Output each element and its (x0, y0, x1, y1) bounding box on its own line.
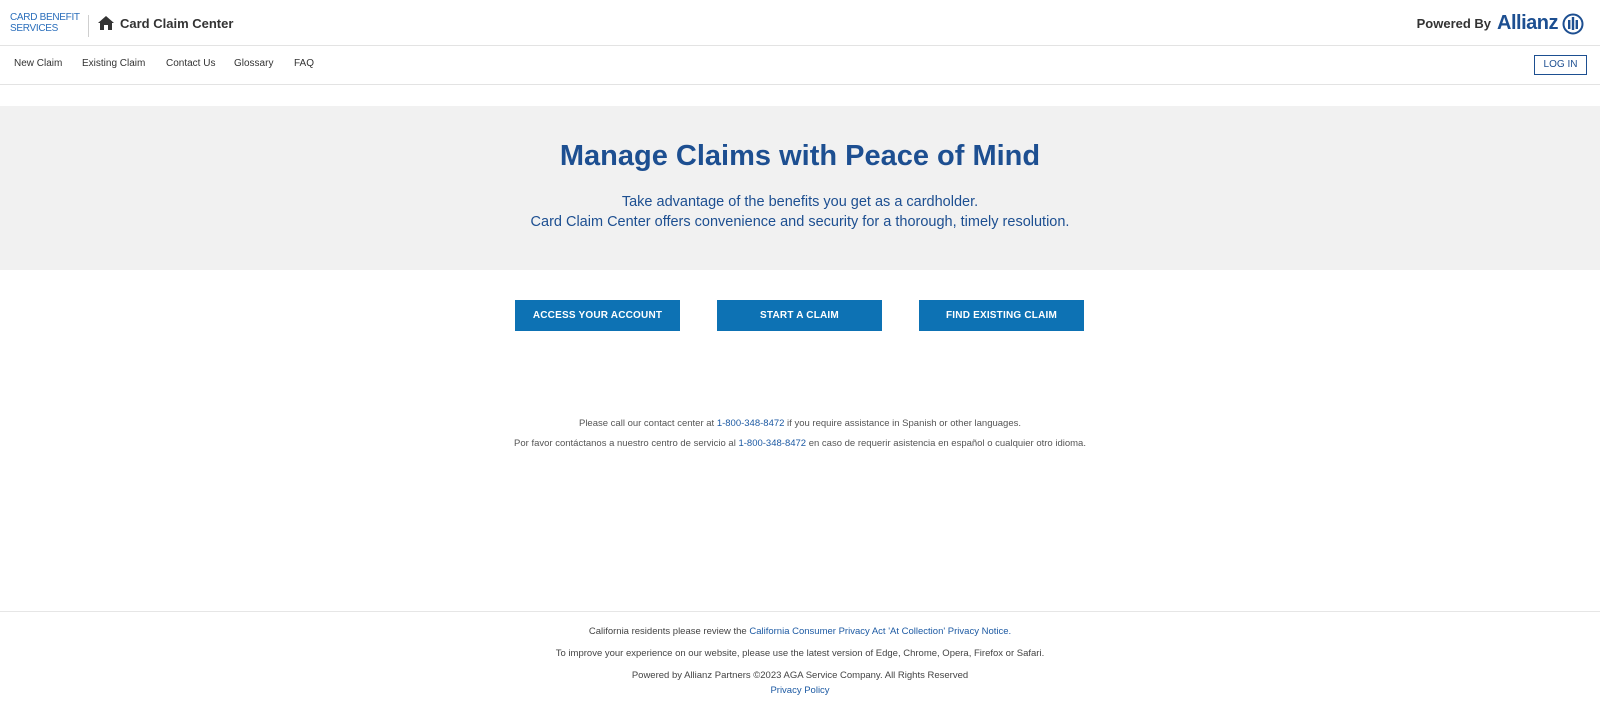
card-benefit-services-logo[interactable]: CARD BENEFIT SERVICES (10, 12, 80, 34)
contact-english: Please call our contact center at 1-800-… (0, 418, 1600, 429)
hero-title: Manage Claims with Peace of Mind (559, 140, 1041, 172)
find-existing-claim-button[interactable]: FIND EXISTING CLAIM (919, 300, 1084, 331)
top-header: CARD BENEFIT SERVICES Card Claim Center … (0, 0, 1600, 46)
nav-glossary[interactable]: Glossary (234, 58, 273, 69)
contact-es-text-2: en caso de requerir asistencia en españo… (806, 438, 1086, 449)
allianz-wordmark: Allianz (1497, 12, 1558, 34)
nav-existing-claim[interactable]: Existing Claim (82, 58, 145, 69)
login-button[interactable]: LOG IN (1534, 55, 1587, 75)
main-nav: New Claim Existing Claim Contact Us Glos… (0, 46, 1600, 85)
hero-subtitle-1: Take advantage of the benefits you get a… (621, 194, 979, 210)
phone-link-en[interactable]: 1-800-348-8472 (717, 418, 785, 429)
footer: California residents please review the C… (0, 611, 1600, 707)
privacy-policy-link[interactable]: Privacy Policy (770, 685, 829, 696)
hero-subtitle-2: Card Claim Center offers convenience and… (530, 214, 1070, 230)
contact-es-text-1: Por favor contáctanos a nuestro centro d… (514, 438, 739, 449)
access-account-button[interactable]: ACCESS YOUR ACCOUNT (515, 300, 680, 331)
hero-banner: Manage Claims with Peace of Mind Take ad… (0, 106, 1600, 270)
nav-contact-us[interactable]: Contact Us (166, 58, 215, 69)
footer-california: California residents please review the C… (0, 626, 1600, 637)
footer-copyright: Powered by Allianz Partners ©2023 AGA Se… (631, 670, 969, 681)
footer-privacy-policy: Privacy Policy (0, 685, 1600, 696)
allianz-logo-icon (1562, 13, 1584, 34)
logo-line-2: SERVICES (10, 23, 58, 34)
contact-en-text-2: if you require assistance in Spanish or … (784, 418, 1022, 429)
phone-link-es[interactable]: 1-800-348-8472 (738, 438, 806, 449)
footer-browsers: To improve your experience on our websit… (555, 648, 1045, 659)
nav-faq[interactable]: FAQ (294, 58, 314, 69)
ccpa-notice-link[interactable]: California Consumer Privacy Act 'At Coll… (749, 626, 1011, 637)
logo-line-1: CARD BENEFIT (10, 12, 80, 23)
home-icon[interactable] (97, 15, 115, 31)
powered-by-allianz: Powered By Allianz (1417, 12, 1584, 35)
powered-by-label: Powered By (1416, 16, 1492, 31)
contact-spanish: Por favor contáctanos a nuestro centro d… (0, 438, 1600, 449)
header-divider (88, 15, 89, 37)
start-claim-button[interactable]: START A CLAIM (717, 300, 882, 331)
app-title[interactable]: Card Claim Center (120, 16, 233, 31)
contact-en-text-1: Please call our contact center at (578, 418, 717, 429)
nav-new-claim[interactable]: New Claim (14, 58, 62, 69)
footer-ca-text: California residents please review the (588, 626, 750, 637)
